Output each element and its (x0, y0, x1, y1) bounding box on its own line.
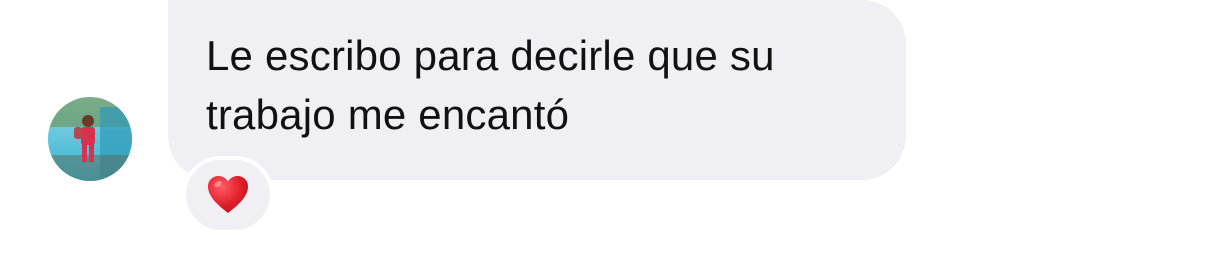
avatar[interactable] (48, 97, 132, 181)
heart-icon (207, 175, 249, 215)
message-text: Le escribo para decirle que su trabajo m… (206, 32, 775, 138)
message-row: Le escribo para decirle que su trabajo m… (0, 0, 1206, 268)
message-bubble[interactable]: Le escribo para decirle que su trabajo m… (168, 0, 906, 180)
reaction-badge[interactable] (182, 156, 274, 234)
avatar-photo (48, 97, 132, 181)
